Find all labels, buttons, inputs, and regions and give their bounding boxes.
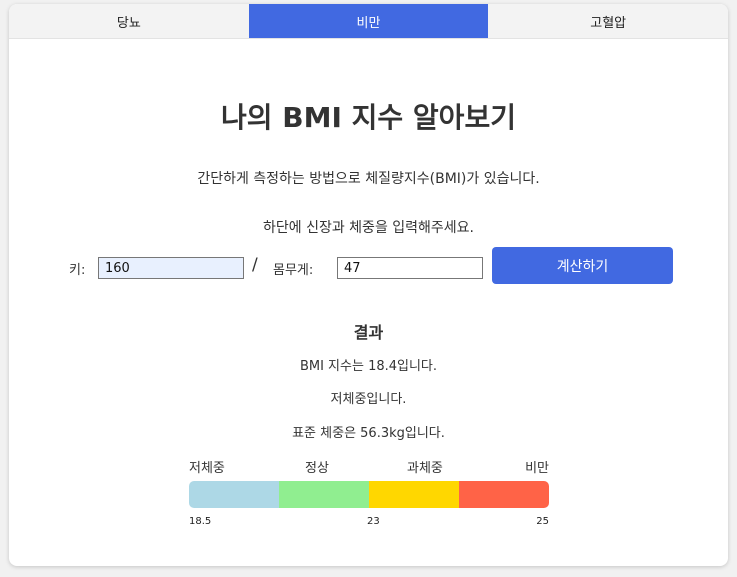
page-title: 나의 BMI 지수 알아보기 xyxy=(221,101,516,134)
weight-label: 몸무게: xyxy=(273,263,314,278)
tab-bar: 당뇨 비만 고혈압 xyxy=(9,4,728,39)
scale-segment-obese xyxy=(459,481,549,508)
scale-segment-normal xyxy=(279,481,369,508)
calculate-button[interactable]: 계산하기 xyxy=(492,247,673,284)
scale-label-overweight: 과체중 xyxy=(407,461,443,476)
threshold-overweight: 25 xyxy=(536,516,549,527)
description-line-2: 하단에 신장과 체중을 입력해주세요. xyxy=(263,220,474,236)
standard-weight-text: 표준 체중은 56.3kg입니다. xyxy=(292,426,445,441)
scale-segment-underweight xyxy=(189,481,279,508)
tab-obesity[interactable]: 비만 xyxy=(248,4,489,38)
bmi-scale-labels: 저체중 정상 과체중 비만 xyxy=(189,457,549,476)
scale-label-underweight: 저체중 xyxy=(189,461,225,476)
height-input[interactable] xyxy=(98,257,244,279)
weight-input[interactable] xyxy=(337,257,483,279)
height-label: 키: xyxy=(69,263,86,278)
threshold-normal: 23 xyxy=(367,516,380,527)
scale-segment-overweight xyxy=(369,481,459,508)
bmi-form: 키: / 몸무게: 계산하기 xyxy=(9,246,728,286)
bmi-category-text: 저체중입니다. xyxy=(330,392,407,407)
tab-diabetes[interactable]: 당뇨 xyxy=(9,4,249,38)
bmi-scale-thresholds: 18.5 23 25 xyxy=(189,516,549,530)
bmi-value-text: BMI 지수는 18.4입니다. xyxy=(299,359,438,374)
bmi-scale-bar xyxy=(189,481,549,508)
tab-hypertension[interactable]: 고혈압 xyxy=(488,4,728,38)
scale-label-normal: 정상 xyxy=(305,461,329,476)
bmi-card: 당뇨 비만 고혈압 나의 BMI 지수 알아보기 간단하게 측정하는 방법으로 … xyxy=(9,4,728,566)
result-title: 결과 xyxy=(353,323,384,342)
scale-label-obese: 비만 xyxy=(525,461,549,476)
threshold-underweight: 18.5 xyxy=(189,516,212,527)
separator: / xyxy=(252,255,258,275)
description-line-1: 간단하게 측정하는 방법으로 체질량지수(BMI)가 있습니다. xyxy=(197,171,540,187)
